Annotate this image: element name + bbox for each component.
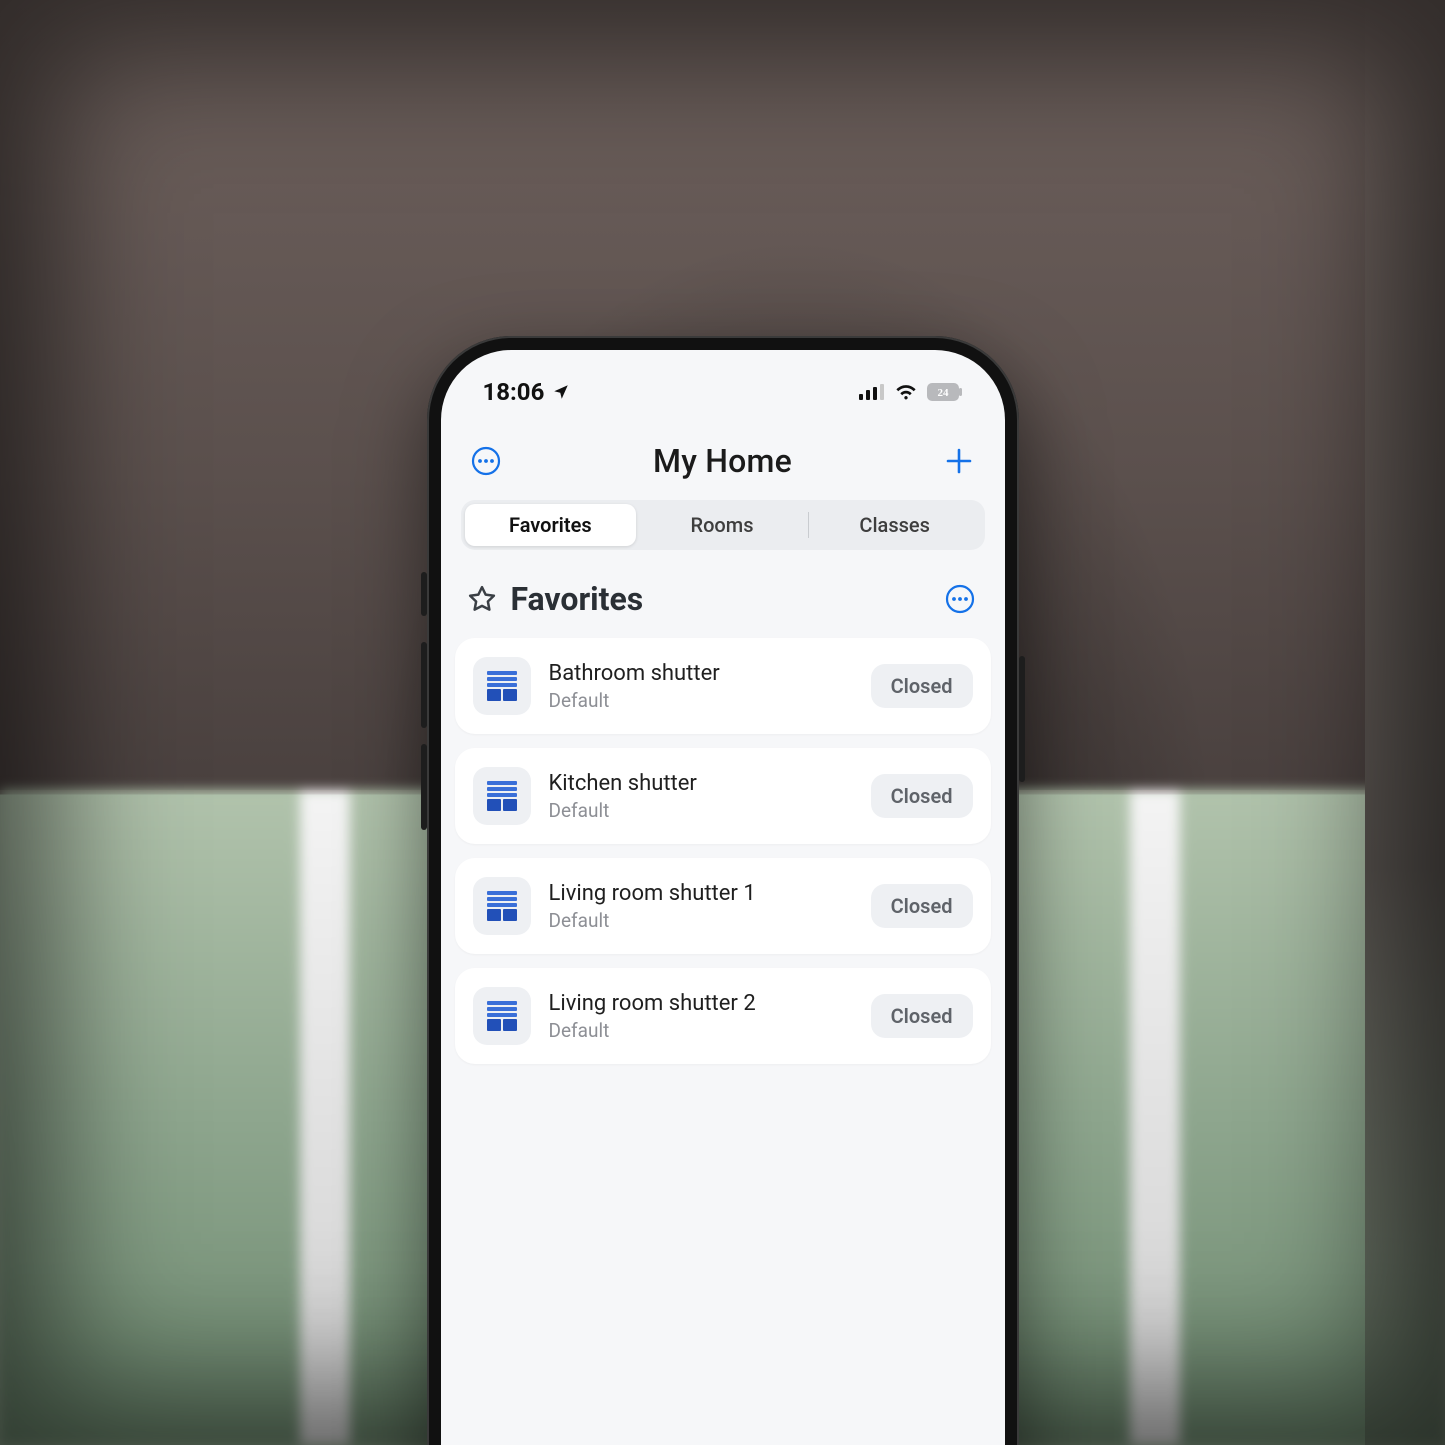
device-status-badge[interactable]: Closed (871, 664, 973, 708)
tab-classes[interactable]: Classes (809, 504, 981, 546)
phone-side-button (1019, 656, 1025, 782)
header-add-button[interactable] (940, 442, 978, 480)
device-status-badge[interactable]: Closed (871, 994, 973, 1038)
device-text: Living room shutter 2 Default (549, 991, 853, 1042)
device-status-badge[interactable]: Closed (871, 774, 973, 818)
device-card[interactable]: Bathroom shutter Default Closed (455, 638, 991, 734)
device-subtitle: Default (549, 1019, 853, 1042)
wifi-icon (895, 384, 917, 400)
tab-rooms[interactable]: Rooms (636, 504, 808, 546)
tab-label: Classes (859, 513, 930, 537)
phone-screen: 18:06 24 (441, 350, 1005, 1445)
page-title: My Home (653, 442, 792, 480)
ellipsis-circle-icon (945, 584, 975, 614)
phone-side-button (421, 572, 427, 616)
device-text: Bathroom shutter Default (549, 661, 853, 712)
status-bar-right: 24 (859, 383, 963, 401)
tab-favorites[interactable]: Favorites (465, 504, 637, 546)
section-more-button[interactable] (941, 580, 979, 618)
star-outline-icon (467, 584, 497, 614)
status-time: 18:06 (483, 378, 545, 406)
header-more-button[interactable] (467, 442, 505, 480)
shutter-icon (473, 657, 531, 715)
phone-side-button (421, 744, 427, 830)
background-right-blind (1365, 0, 1445, 1445)
plus-icon (945, 447, 973, 475)
shutter-icon (473, 877, 531, 935)
device-name: Kitchen shutter (549, 771, 853, 796)
app-header: My Home (441, 424, 1005, 500)
section-title: Favorites (511, 580, 644, 618)
device-card[interactable]: Living room shutter 1 Default Closed (455, 858, 991, 954)
status-bar-left: 18:06 (483, 378, 571, 406)
section-header: Favorites (441, 580, 1005, 638)
battery-level-label: 24 (937, 387, 949, 399)
device-card[interactable]: Kitchen shutter Default Closed (455, 748, 991, 844)
shutter-icon (473, 987, 531, 1045)
battery-icon: 24 (927, 383, 963, 401)
device-card[interactable]: Living room shutter 2 Default Closed (455, 968, 991, 1064)
ellipsis-circle-icon (471, 446, 501, 476)
background-scene: 18:06 24 (0, 0, 1445, 1445)
view-segmented-control: Favorites Rooms Classes (461, 500, 985, 550)
device-name: Living room shutter 1 (549, 881, 853, 906)
device-subtitle: Default (549, 689, 853, 712)
device-subtitle: Default (549, 909, 853, 932)
device-text: Kitchen shutter Default (549, 771, 853, 822)
cellular-signal-icon (859, 384, 885, 400)
device-subtitle: Default (549, 799, 853, 822)
device-status-badge[interactable]: Closed (871, 884, 973, 928)
phone-frame: 18:06 24 (427, 336, 1019, 1445)
device-name: Living room shutter 2 (549, 991, 853, 1016)
section-title-left: Favorites (467, 580, 644, 618)
shutter-icon (473, 767, 531, 825)
device-list: Bathroom shutter Default Closed (441, 638, 1005, 1064)
location-arrow-icon (552, 383, 570, 401)
status-bar: 18:06 24 (441, 350, 1005, 424)
device-name: Bathroom shutter (549, 661, 853, 686)
device-text: Living room shutter 1 Default (549, 881, 853, 932)
tab-label: Rooms (691, 513, 754, 537)
phone-side-button (421, 642, 427, 728)
tab-label: Favorites (509, 513, 592, 537)
